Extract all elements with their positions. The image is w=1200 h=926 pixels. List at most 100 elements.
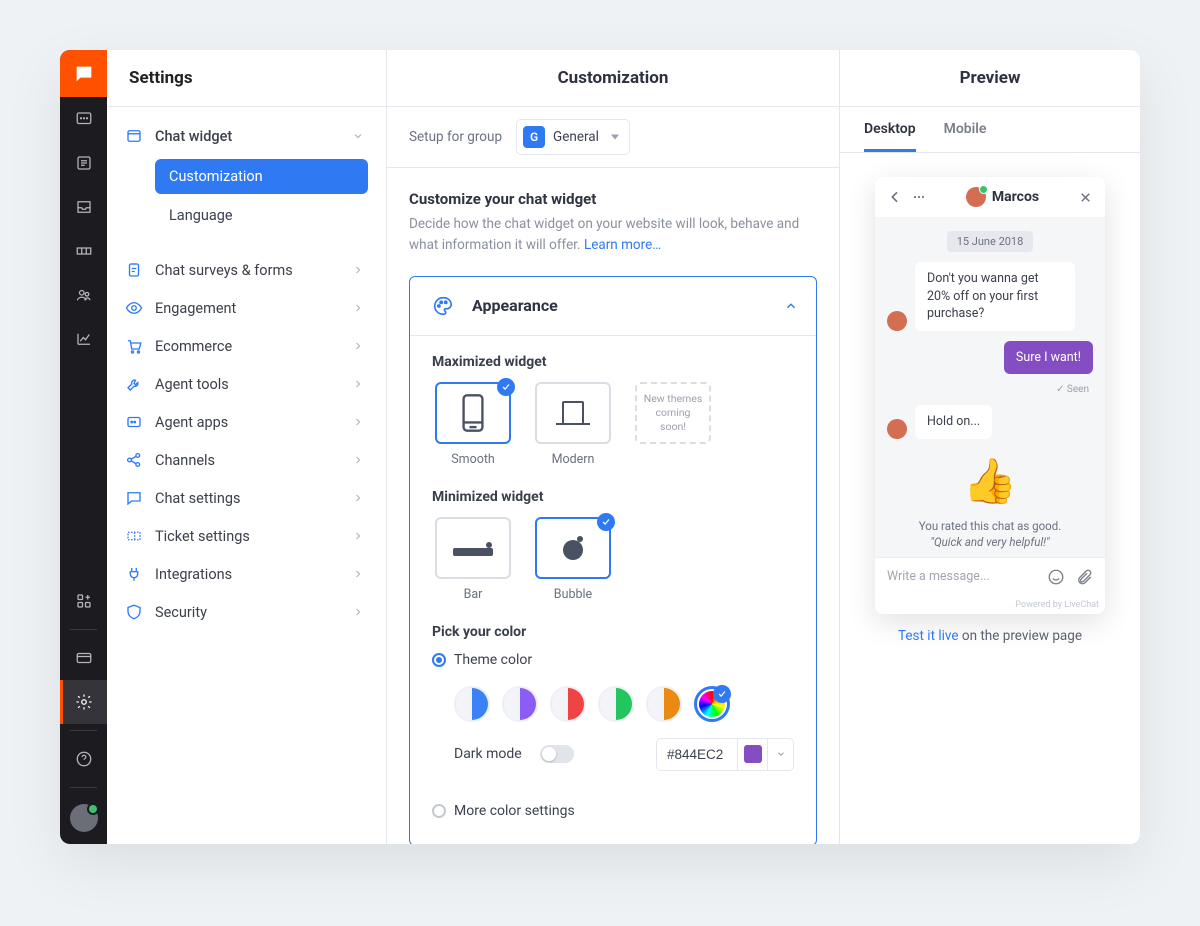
dark-mode-toggle[interactable] bbox=[540, 745, 574, 763]
appearance-card-header[interactable]: Appearance bbox=[410, 277, 816, 336]
eye-icon bbox=[125, 299, 143, 317]
nav-item-integrations[interactable]: Integrations bbox=[107, 555, 386, 593]
min-option-bubble[interactable]: Bubble bbox=[532, 517, 614, 602]
check-icon bbox=[497, 378, 515, 396]
seen-indicator: ✓ Seen bbox=[887, 384, 1093, 395]
min-option-bar[interactable]: Bar bbox=[432, 517, 514, 602]
agent-avatar bbox=[966, 187, 986, 207]
check-icon bbox=[597, 513, 615, 531]
rail-settings-icon[interactable] bbox=[60, 680, 107, 724]
chevron-right-icon bbox=[352, 264, 364, 276]
radio-more-settings[interactable]: More color settings bbox=[432, 803, 794, 819]
color-chip bbox=[737, 739, 767, 770]
attach-icon[interactable] bbox=[1075, 568, 1093, 586]
rail-help-icon[interactable] bbox=[60, 737, 107, 781]
nav-item-chat-settings[interactable]: Chat settings bbox=[107, 479, 386, 517]
chat-widget-preview: Marcos 15 June 2018 Don't you wanna get … bbox=[875, 177, 1105, 614]
nav-group-label: Chat widget bbox=[155, 128, 232, 145]
option-label: Modern bbox=[552, 452, 595, 467]
channels-icon bbox=[125, 451, 143, 469]
left-rail bbox=[60, 50, 107, 844]
nav-item-label: Chat settings bbox=[155, 490, 240, 507]
learn-more-link[interactable]: Learn more… bbox=[584, 237, 661, 253]
rail-avatar[interactable] bbox=[70, 804, 98, 832]
nav-item-label: Channels bbox=[155, 452, 215, 469]
radio-off-icon bbox=[432, 804, 446, 818]
section-heading: Customize your chat widget bbox=[409, 190, 817, 208]
nav-item-ticket-settings[interactable]: Ticket settings bbox=[107, 517, 386, 555]
nav-item-engagement[interactable]: Engagement bbox=[107, 289, 386, 327]
palette-icon bbox=[428, 291, 458, 321]
more-icon[interactable] bbox=[911, 189, 927, 205]
theme-option-modern[interactable]: Modern bbox=[532, 382, 614, 467]
rail-inbox-icon[interactable] bbox=[60, 185, 107, 229]
emoji-icon[interactable] bbox=[1047, 568, 1065, 586]
chevron-right-icon bbox=[352, 416, 364, 428]
apps-icon bbox=[125, 413, 143, 431]
test-live-link[interactable]: Test it live bbox=[898, 628, 959, 644]
radio-theme-color[interactable]: Theme color bbox=[432, 652, 794, 668]
thumbs-up-icon: 👍 bbox=[887, 449, 1093, 507]
nav-item-label: Engagement bbox=[155, 300, 236, 317]
swatch-purple[interactable] bbox=[502, 686, 538, 722]
plug-icon bbox=[125, 565, 143, 583]
powered-by: Powered by LiveChat bbox=[875, 596, 1105, 614]
wrench-icon bbox=[125, 375, 143, 393]
msg-outgoing: Sure I want! bbox=[1004, 341, 1093, 375]
radio-on-icon bbox=[432, 653, 446, 667]
preview-tabs: Desktop Mobile bbox=[840, 107, 1140, 153]
settings-title: Settings bbox=[107, 50, 386, 107]
nav-item-label: Ticket settings bbox=[155, 528, 250, 545]
preview-title: Preview bbox=[840, 50, 1140, 107]
group-select[interactable]: G General bbox=[516, 119, 630, 155]
preview-panel: Preview Desktop Mobile Marcos bbox=[840, 50, 1140, 844]
rail-people-icon[interactable] bbox=[60, 273, 107, 317]
rail-analytics-icon[interactable] bbox=[60, 317, 107, 361]
nav-item-agent-tools[interactable]: Agent tools bbox=[107, 365, 386, 403]
message-input[interactable]: Write a message... bbox=[887, 569, 1037, 584]
nav-item-agent-apps[interactable]: Agent apps bbox=[107, 403, 386, 441]
appearance-title: Appearance bbox=[472, 296, 770, 315]
preview-footer: Test it live on the preview page bbox=[898, 628, 1082, 644]
msg-incoming: Don't you wanna get 20% off on your firs… bbox=[915, 262, 1075, 331]
close-icon[interactable] bbox=[1078, 190, 1093, 205]
nav-item-surveys[interactable]: Chat surveys & forms bbox=[107, 251, 386, 289]
group-badge: G bbox=[523, 126, 545, 148]
swatch-green[interactable] bbox=[598, 686, 634, 722]
chat-icon bbox=[125, 489, 143, 507]
rail-billing-icon[interactable] bbox=[60, 636, 107, 680]
swatch-custom[interactable] bbox=[694, 686, 730, 722]
nav-sub-customization[interactable]: Customization bbox=[155, 159, 368, 194]
swatch-orange[interactable] bbox=[646, 686, 682, 722]
nav-item-security[interactable]: Security bbox=[107, 593, 386, 631]
tab-desktop[interactable]: Desktop bbox=[864, 107, 916, 152]
app-logo[interactable] bbox=[60, 50, 107, 97]
back-icon[interactable] bbox=[887, 189, 903, 205]
ticket-icon bbox=[125, 527, 143, 545]
tab-mobile[interactable]: Mobile bbox=[944, 107, 987, 152]
main-area: Customization Setup for group G General … bbox=[387, 50, 1140, 844]
hex-input[interactable] bbox=[657, 739, 737, 770]
rail-tickets-icon[interactable] bbox=[60, 229, 107, 273]
nav-group-chat-widget[interactable]: Chat widget bbox=[107, 117, 386, 155]
swatch-blue[interactable] bbox=[454, 686, 490, 722]
dark-mode-label: Dark mode bbox=[454, 746, 522, 762]
settings-nav: Settings Chat widget Customization Langu… bbox=[107, 50, 387, 844]
nav-item-label: Agent apps bbox=[155, 414, 228, 431]
center-panel: Customization Setup for group G General … bbox=[387, 50, 840, 844]
rail-list-icon[interactable] bbox=[60, 141, 107, 185]
group-bar: Setup for group G General bbox=[387, 107, 839, 168]
color-dropdown[interactable] bbox=[767, 739, 793, 770]
chevron-down-icon bbox=[352, 130, 364, 142]
nav-sub-language[interactable]: Language bbox=[155, 198, 368, 233]
rail-add-icon[interactable] bbox=[60, 579, 107, 623]
nav-item-ecommerce[interactable]: Ecommerce bbox=[107, 327, 386, 365]
rail-chats-icon[interactable] bbox=[60, 97, 107, 141]
option-label: Bubble bbox=[554, 587, 592, 602]
nav-item-label: Integrations bbox=[155, 566, 232, 583]
min-widget-label: Minimized widget bbox=[432, 489, 794, 505]
swatch-red[interactable] bbox=[550, 686, 586, 722]
max-widget-label: Maximized widget bbox=[432, 354, 794, 370]
theme-option-smooth[interactable]: Smooth bbox=[432, 382, 514, 467]
nav-item-channels[interactable]: Channels bbox=[107, 441, 386, 479]
